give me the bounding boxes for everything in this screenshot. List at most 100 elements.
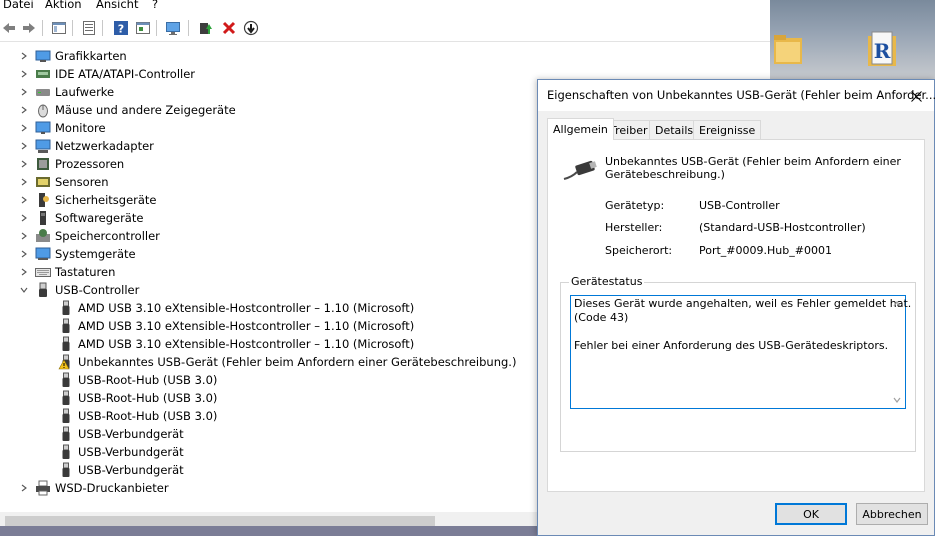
tree-item-usb-device[interactable]: AMD USB 3.10 eXtensible-Hostcontroller –… bbox=[58, 317, 414, 335]
tree-item-usb-device[interactable]: AMD USB 3.10 eXtensible-Hostcontroller –… bbox=[58, 299, 414, 317]
tree-item-usb-device[interactable]: USB-Verbundgerät bbox=[58, 461, 184, 479]
tree-item-usb-device[interactable]: USB-Root-Hub (USB 3.0) bbox=[58, 407, 217, 425]
dialog-titlebar[interactable]: Eigenschaften von Unbekanntes USB-Gerät … bbox=[538, 80, 935, 111]
status-scrollbar[interactable] bbox=[889, 297, 904, 407]
tree-category[interactable]: Sensoren bbox=[18, 173, 109, 191]
chevron-right-icon[interactable] bbox=[18, 482, 30, 494]
tree-category[interactable]: Mäuse und andere Zeigegeräte bbox=[18, 101, 236, 119]
chevron-down-icon[interactable] bbox=[18, 284, 30, 296]
help-icon[interactable]: ? bbox=[112, 19, 130, 37]
cancel-button[interactable]: Abbrechen bbox=[856, 503, 928, 525]
tab-ereignisse[interactable]: Ereignisse bbox=[693, 120, 762, 139]
tree-category[interactable]: Grafikkarten bbox=[18, 47, 127, 65]
usb-device-icon bbox=[58, 444, 74, 460]
chevron-right-icon[interactable] bbox=[18, 176, 30, 188]
update-driver-icon[interactable] bbox=[196, 19, 214, 37]
menu-ansicht[interactable]: Ansicht bbox=[96, 0, 138, 11]
tree-item-label: Sensoren bbox=[55, 175, 109, 189]
chevron-right-icon[interactable] bbox=[18, 266, 30, 278]
tree-category[interactable]: Softwaregeräte bbox=[18, 209, 143, 227]
usb-device-icon bbox=[58, 462, 74, 478]
tree-item-usb-device[interactable]: USB-Verbundgerät bbox=[58, 425, 184, 443]
field-value-speicherort: Port_#0009.Hub_#0001 bbox=[699, 244, 832, 257]
toolbar: ? bbox=[0, 14, 770, 42]
uninstall-x-icon[interactable] bbox=[220, 19, 238, 37]
monitor-scan-icon[interactable] bbox=[164, 19, 182, 37]
tree-item-label: USB-Controller bbox=[55, 283, 140, 297]
tree-item-label: AMD USB 3.10 eXtensible-Hostcontroller –… bbox=[78, 337, 415, 351]
tree-category[interactable]: Prozessoren bbox=[18, 155, 124, 173]
tree-item-usb-device[interactable]: USB-Root-Hub (USB 3.0) bbox=[58, 371, 217, 389]
chevron-right-icon[interactable] bbox=[18, 212, 30, 224]
console-tree-icon[interactable] bbox=[50, 19, 68, 37]
field-label-speicherort: Speicherort: bbox=[605, 244, 673, 257]
tree-category[interactable]: WSD-Druckanbieter bbox=[18, 479, 169, 497]
menu-aktion[interactable]: Aktion bbox=[45, 0, 82, 11]
tree-category[interactable]: Monitore bbox=[18, 119, 106, 137]
chevron-right-icon[interactable] bbox=[18, 140, 30, 152]
tree-category[interactable]: Speichercontroller bbox=[18, 227, 160, 245]
tree-category[interactable]: Laufwerke bbox=[18, 83, 114, 101]
tree-item-usb-device[interactable]: USB-Root-Hub (USB 3.0) bbox=[58, 389, 217, 407]
device-status-label: Gerätestatus bbox=[569, 275, 645, 288]
tree-category[interactable]: USB-Controller bbox=[18, 281, 139, 299]
field-label-hersteller: Hersteller: bbox=[605, 221, 663, 234]
chevron-right-icon[interactable] bbox=[18, 50, 30, 62]
menu-datei[interactable]: Datei bbox=[3, 0, 34, 11]
display-adapter-icon bbox=[35, 48, 51, 64]
tree-item-usb-device[interactable]: AMD USB 3.10 eXtensible-Hostcontroller –… bbox=[58, 335, 414, 353]
tree-category[interactable]: Netzwerkadapter bbox=[18, 137, 154, 155]
svg-text:R: R bbox=[874, 39, 891, 63]
chevron-right-icon[interactable] bbox=[18, 230, 30, 242]
tab-allgemein[interactable]: Allgemein bbox=[547, 118, 614, 140]
chevron-right-icon[interactable] bbox=[18, 104, 30, 116]
chevron-right-icon[interactable] bbox=[18, 86, 30, 98]
chevron-down-icon[interactable] bbox=[893, 396, 901, 404]
ok-button[interactable]: OK bbox=[775, 503, 847, 525]
tree-item-label: Grafikkarten bbox=[55, 49, 127, 63]
chevron-up-icon[interactable] bbox=[893, 300, 901, 308]
usb-plug-icon bbox=[563, 160, 597, 180]
tree-item-usb-device[interactable]: USB-Verbundgerät bbox=[58, 443, 184, 461]
tree-item-usb-device[interactable]: Unbekanntes USB-Gerät (Fehler beim Anfor… bbox=[58, 353, 516, 371]
tree-item-label: USB-Root-Hub (USB 3.0) bbox=[78, 373, 218, 387]
tab-details[interactable]: Details bbox=[649, 120, 700, 139]
properties-icon[interactable] bbox=[80, 19, 98, 37]
chevron-right-icon[interactable] bbox=[18, 248, 30, 260]
folder-icon[interactable] bbox=[772, 30, 804, 70]
usb-device-icon bbox=[58, 318, 74, 334]
tree-category[interactable]: Sicherheitsgeräte bbox=[18, 191, 157, 209]
storage-controller-icon bbox=[35, 228, 51, 244]
device-name-line1: Unbekanntes USB-Gerät (Fehler beim Anfor… bbox=[605, 155, 901, 168]
chevron-right-icon[interactable] bbox=[18, 194, 30, 206]
forward-arrow-icon[interactable] bbox=[20, 19, 38, 37]
tree-item-label: AMD USB 3.10 eXtensible-Hostcontroller –… bbox=[78, 301, 415, 315]
back-arrow-icon[interactable] bbox=[0, 19, 18, 37]
keyboard-icon bbox=[35, 264, 51, 280]
device-status-group: Gerätestatus Dieses Gerät wurde angehalt… bbox=[560, 275, 916, 452]
chevron-right-icon[interactable] bbox=[18, 68, 30, 80]
tree-item-label: Laufwerke bbox=[55, 85, 115, 99]
close-button[interactable] bbox=[902, 84, 930, 108]
menu-bar: Datei Aktion Ansicht ? bbox=[0, 0, 770, 13]
tree-item-label: Softwaregeräte bbox=[55, 211, 144, 225]
tree-category[interactable]: Tastaturen bbox=[18, 263, 115, 281]
usb-device-icon bbox=[58, 300, 74, 316]
shortcut-icon[interactable]: R bbox=[866, 30, 898, 70]
chevron-right-icon[interactable] bbox=[18, 158, 30, 170]
dialog-title: Eigenschaften von Unbekanntes USB-Gerät … bbox=[547, 88, 935, 102]
menu-help[interactable]: ? bbox=[152, 0, 158, 11]
field-label-geraetetyp: Gerätetyp: bbox=[605, 199, 665, 212]
tree-category[interactable]: IDE ATA/ATAPI-Controller bbox=[18, 65, 195, 83]
view-icon[interactable] bbox=[134, 19, 152, 37]
tree-category[interactable]: Systemgeräte bbox=[18, 245, 136, 263]
device-status-textbox[interactable]: Dieses Gerät wurde angehalten, weil es F… bbox=[570, 295, 911, 409]
chevron-right-icon[interactable] bbox=[18, 122, 30, 134]
usb-device-icon bbox=[58, 426, 74, 442]
tree-item-label: IDE ATA/ATAPI-Controller bbox=[55, 67, 196, 81]
svg-text:?: ? bbox=[118, 23, 124, 36]
disable-device-icon[interactable] bbox=[242, 19, 260, 37]
properties-dialog: Eigenschaften von Unbekanntes USB-Gerät … bbox=[537, 79, 935, 536]
field-value-geraetetyp: USB-Controller bbox=[699, 199, 780, 212]
tree-item-label: USB-Root-Hub (USB 3.0) bbox=[78, 409, 218, 423]
